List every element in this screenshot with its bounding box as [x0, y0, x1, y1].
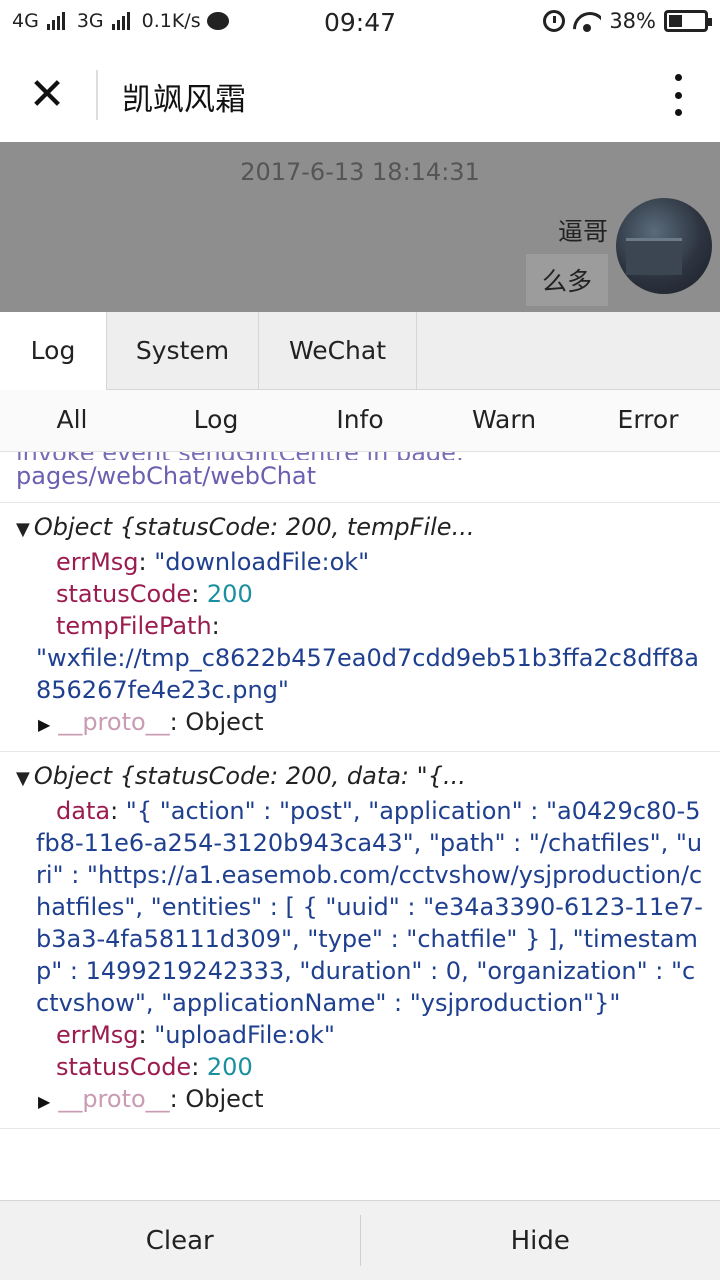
prop-value: 200 — [206, 1053, 253, 1081]
chat-timestamp: 2017-6-13 18:14:31 — [240, 158, 480, 186]
prop-key: statusCode — [56, 580, 192, 608]
log-page-path: pages/webChat/webChat — [16, 462, 317, 490]
prop-value: "uploadFile:ok" — [154, 1021, 335, 1049]
tab-wechat[interactable]: WeChat — [259, 312, 417, 390]
status-right: 38% — [543, 9, 712, 33]
object-header[interactable]: ▼ Object {statusCode: 200, tempFile... — [16, 511, 704, 546]
prop-key: errMsg — [56, 1021, 139, 1049]
log-filters: All Log Info Warn Error — [0, 390, 720, 452]
battery-icon — [664, 10, 712, 32]
prop-key: statusCode — [56, 1053, 192, 1081]
prop-row: data: "{ "action" : "post", "application… — [36, 797, 703, 1017]
object-header[interactable]: ▼ Object {statusCode: 200, data: "{... — [16, 760, 704, 795]
prop-key: errMsg — [56, 548, 139, 576]
prop-value: "{ "action" : "post", "application" : "a… — [36, 797, 703, 1017]
proto-value: Object — [185, 708, 264, 736]
alarm-icon — [543, 10, 566, 32]
hide-button[interactable]: Hide — [361, 1201, 720, 1280]
log-text-truncated: invoke event sendGiftCentre in page: — [16, 452, 704, 460]
status-bar: 4G 3G 0.1K/s 09:47 38% — [0, 0, 720, 48]
prop-row: tempFilePath: — [56, 612, 220, 640]
prop-value-wrapped: "wxfile://tmp_c8622b457ea0d7cdd9eb51b3ff… — [36, 644, 699, 704]
object-summary: Object {statusCode: 200, tempFile... — [33, 513, 475, 541]
prop-key: data — [56, 797, 111, 825]
proto-key: __proto__ — [58, 1085, 170, 1113]
prop-value: 200 — [206, 580, 253, 608]
collapsed-arrow-icon[interactable]: ▶ — [38, 715, 50, 734]
proto-key: __proto__ — [58, 708, 170, 736]
close-button[interactable]: ✕ — [22, 70, 72, 120]
title-divider — [96, 70, 98, 120]
filter-info[interactable]: Info — [288, 390, 432, 451]
title-bar: ✕ 凯飒风霜 — [0, 48, 720, 142]
wifi-icon — [573, 10, 601, 32]
prop-key: tempFilePath — [56, 612, 212, 640]
log-entry: ▼ Object {statusCode: 200, tempFile... er… — [0, 503, 720, 752]
prop-row: errMsg: "uploadFile:ok" — [56, 1021, 335, 1049]
console-tabs: Log System WeChat — [0, 312, 720, 390]
log-area[interactable]: invoke event sendGiftCentre in page: pag… — [0, 452, 720, 1200]
expanded-arrow-icon[interactable]: ▼ — [16, 519, 30, 540]
bottom-bar: Clear Hide — [0, 1200, 720, 1280]
proto-row[interactable]: ▶ __proto__: Object — [16, 706, 704, 741]
clear-button[interactable]: Clear — [0, 1201, 360, 1280]
sender-name: 逼哥 — [557, 217, 608, 246]
tab-log[interactable]: Log — [0, 312, 107, 390]
log-entry: invoke event sendGiftCentre in page: pag… — [0, 452, 720, 503]
object-summary: Object {statusCode: 200, data: "{... — [33, 762, 466, 790]
prop-row: statusCode: 200 — [56, 1053, 253, 1081]
tab-system[interactable]: System — [107, 312, 259, 390]
message-bubble: 么多 — [525, 254, 608, 306]
filter-log[interactable]: Log — [144, 390, 288, 451]
battery-fill — [669, 15, 682, 27]
chat-background: 2017-6-13 18:14:31 逼哥 么多 — [0, 142, 720, 312]
proto-value: Object — [185, 1085, 264, 1113]
prop-value: "downloadFile:ok" — [154, 548, 370, 576]
battery-percent: 38% — [609, 9, 656, 33]
proto-row[interactable]: ▶ __proto__: Object — [16, 1083, 704, 1118]
expanded-arrow-icon[interactable]: ▼ — [16, 768, 30, 789]
avatar — [616, 198, 712, 294]
prop-row: statusCode: 200 — [56, 580, 253, 608]
filter-all[interactable]: All — [0, 390, 144, 451]
filter-warn[interactable]: Warn — [432, 390, 576, 451]
page-title: 凯飒风霜 — [122, 82, 246, 118]
collapsed-arrow-icon[interactable]: ▶ — [38, 1092, 50, 1111]
more-menu-button[interactable] — [666, 70, 690, 120]
log-entry: ▼ Object {statusCode: 200, data: "{... da… — [0, 752, 720, 1129]
prop-row: errMsg: "downloadFile:ok" — [56, 548, 370, 576]
filter-error[interactable]: Error — [576, 390, 720, 451]
